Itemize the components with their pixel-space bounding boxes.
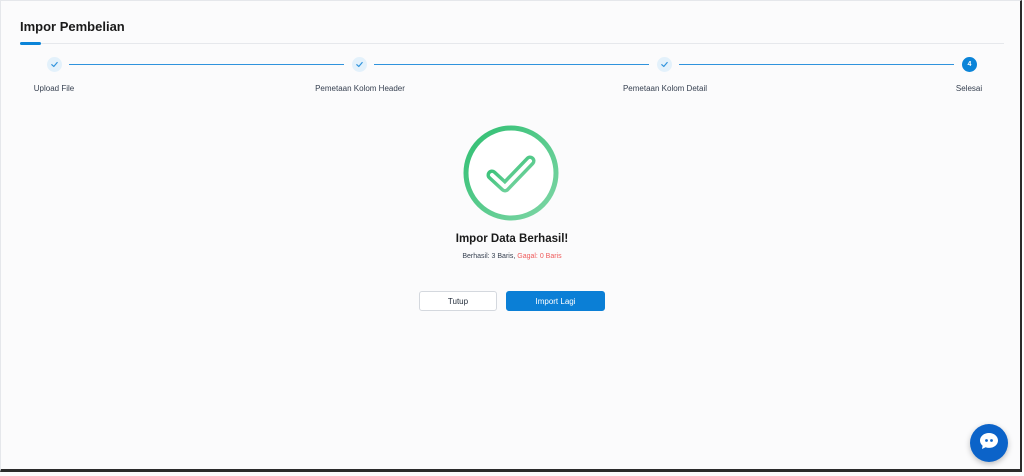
chat-button[interactable] — [970, 424, 1008, 462]
success-check-icon — [461, 123, 561, 223]
step-3-check-icon — [657, 57, 672, 72]
step-connector — [679, 64, 954, 65]
step-1-check-icon — [47, 57, 62, 72]
import-again-button[interactable]: Import Lagi — [506, 291, 605, 311]
success-count-text: Berhasil: 3 Baris, — [462, 253, 516, 260]
fail-count-text: Gagal: 0 Baris — [517, 253, 562, 260]
step-label-selesai: Selesai — [955, 84, 983, 93]
step-label-pemetaan-header: Pemetaan Kolom Header — [315, 84, 405, 93]
step-2-check-icon — [352, 57, 367, 72]
page-title: Impor Pembelian — [20, 19, 125, 34]
step-connector — [69, 64, 344, 65]
step-label-pemetaan-detail: Pemetaan Kolom Detail — [622, 84, 708, 93]
title-divider — [20, 43, 1004, 44]
chat-bubble-icon — [979, 432, 999, 455]
title-accent — [20, 42, 41, 45]
step-4-number: 4 — [962, 57, 977, 72]
result-summary: Berhasil: 3 Baris, Gagal: 0 Baris — [0, 253, 1024, 260]
result-title: Impor Data Berhasil! — [455, 233, 569, 245]
step-connector — [374, 64, 649, 65]
step-label-upload-file: Upload File — [33, 84, 75, 93]
close-button[interactable]: Tutup — [419, 291, 497, 311]
